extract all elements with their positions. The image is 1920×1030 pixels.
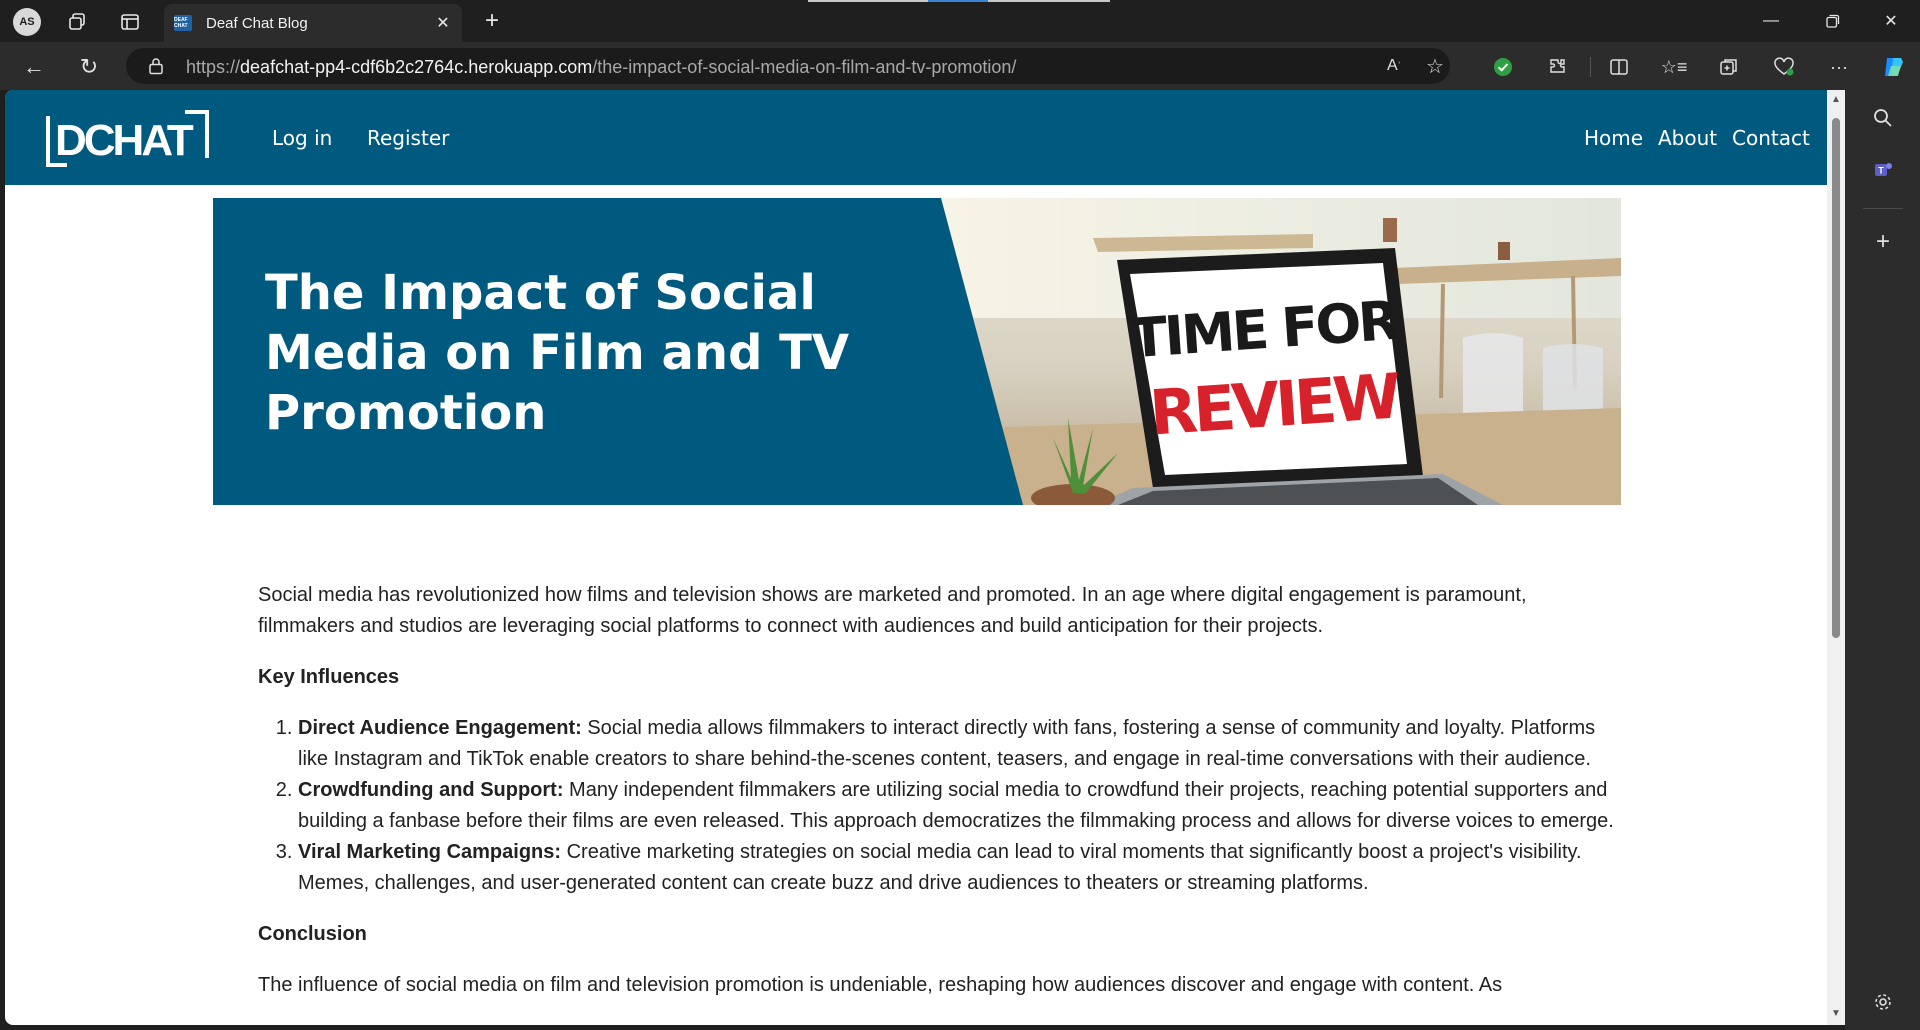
tab-active[interactable]: DEAF CHAT Deaf Chat Blog ✕: [164, 4, 462, 42]
browser-essentials-icon[interactable]: [1772, 55, 1796, 79]
extensions-puzzle-icon[interactable]: [1546, 55, 1570, 79]
post-content: Social media has revolutionized how film…: [258, 580, 1618, 1021]
nav-login-link[interactable]: Log in: [272, 126, 332, 150]
browser-toolbar: ← ↻ https://deafchat-pp4-cdf6b2c2764c.he…: [0, 42, 1920, 90]
read-aloud-icon[interactable]: Aʾ: [1382, 54, 1406, 78]
add-sidebar-app-icon[interactable]: +: [1871, 228, 1895, 255]
post-hero-banner: TIME FOR REVIEW The Impact of Social Med…: [213, 198, 1621, 505]
minimize-icon[interactable]: —: [1748, 6, 1794, 36]
refresh-icon[interactable]: ↻: [77, 54, 101, 79]
scroll-thumb[interactable]: [1832, 118, 1840, 638]
split-screen-icon[interactable]: [1607, 55, 1631, 79]
site-logo[interactable]: DCHAT: [45, 108, 210, 168]
page-viewport: DCHAT Log in Register Home About Contact: [5, 90, 1845, 1025]
scroll-up-icon[interactable]: ▲: [1830, 94, 1842, 105]
page-scrollbar[interactable]: ▲ ▼: [1827, 90, 1845, 1025]
sidebar-settings-icon[interactable]: [1871, 990, 1895, 1014]
site-navbar: DCHAT Log in Register Home About Contact: [5, 90, 1827, 185]
restore-icon[interactable]: [1810, 6, 1856, 36]
scroll-down-icon[interactable]: ▼: [1830, 1008, 1842, 1019]
extension-check-icon[interactable]: [1491, 55, 1515, 79]
list-item: Viral Marketing Campaigns: Creative mark…: [298, 837, 1618, 899]
collections-icon[interactable]: [1717, 55, 1741, 79]
tab-actions-icon[interactable]: [117, 9, 143, 35]
search-icon[interactable]: [1871, 106, 1895, 130]
back-icon[interactable]: ←: [22, 54, 46, 79]
post-intro: Social media has revolutionized how film…: [258, 584, 1527, 637]
nav-register-link[interactable]: Register: [367, 126, 449, 150]
tab-bar: AS DEAF CHAT Deaf Chat Blog ✕ + — ✕: [0, 0, 1920, 42]
nav-contact-link[interactable]: Contact: [1732, 126, 1810, 150]
list-item: Direct Audience Engagement: Social media…: [298, 713, 1618, 775]
influence-title: Direct Audience Engagement:: [298, 717, 582, 739]
drag-indicator: [808, 0, 1110, 2]
new-tab-icon[interactable]: +: [478, 7, 506, 35]
profile-avatar[interactable]: AS: [13, 8, 41, 36]
influences-list: Direct Audience Engagement: Social media…: [258, 713, 1618, 899]
influence-title: Crowdfunding and Support:: [298, 779, 564, 801]
tab-favicon: DEAF CHAT: [174, 15, 192, 31]
favorite-star-icon[interactable]: ☆: [1423, 54, 1447, 78]
more-menu-icon[interactable]: ···: [1827, 55, 1851, 79]
favorites-icon[interactable]: ☆≡: [1661, 55, 1688, 79]
influence-title: Viral Marketing Campaigns:: [298, 841, 562, 863]
copilot-icon[interactable]: [1880, 53, 1908, 81]
conclusion-heading: Conclusion: [258, 923, 367, 945]
nav-about-link[interactable]: About: [1658, 126, 1717, 150]
influences-heading: Key Influences: [258, 666, 400, 688]
nav-home-link[interactable]: Home: [1584, 126, 1643, 150]
url-text[interactable]: https://deafchat-pp4-cdf6b2c2764c.heroku…: [186, 57, 1016, 78]
lock-icon[interactable]: [148, 57, 164, 75]
address-bar[interactable]: https://deafchat-pp4-cdf6b2c2764c.heroku…: [126, 48, 1450, 84]
svg-text:T: T: [1878, 166, 1884, 176]
list-item: Crowdfunding and Support: Many independe…: [298, 775, 1618, 837]
edge-sidebar: T +: [1845, 90, 1920, 1030]
workspaces-icon[interactable]: [64, 9, 90, 35]
conclusion-text: The influence of social media on film an…: [258, 974, 1503, 996]
close-window-icon[interactable]: ✕: [1868, 6, 1914, 36]
logo-text: DCHAT: [55, 116, 194, 165]
post-title: The Impact of Social Media on Film and T…: [265, 265, 850, 441]
tab-title: Deaf Chat Blog: [206, 15, 308, 32]
teams-icon[interactable]: T: [1871, 158, 1895, 182]
close-tab-icon[interactable]: ✕: [432, 12, 454, 34]
